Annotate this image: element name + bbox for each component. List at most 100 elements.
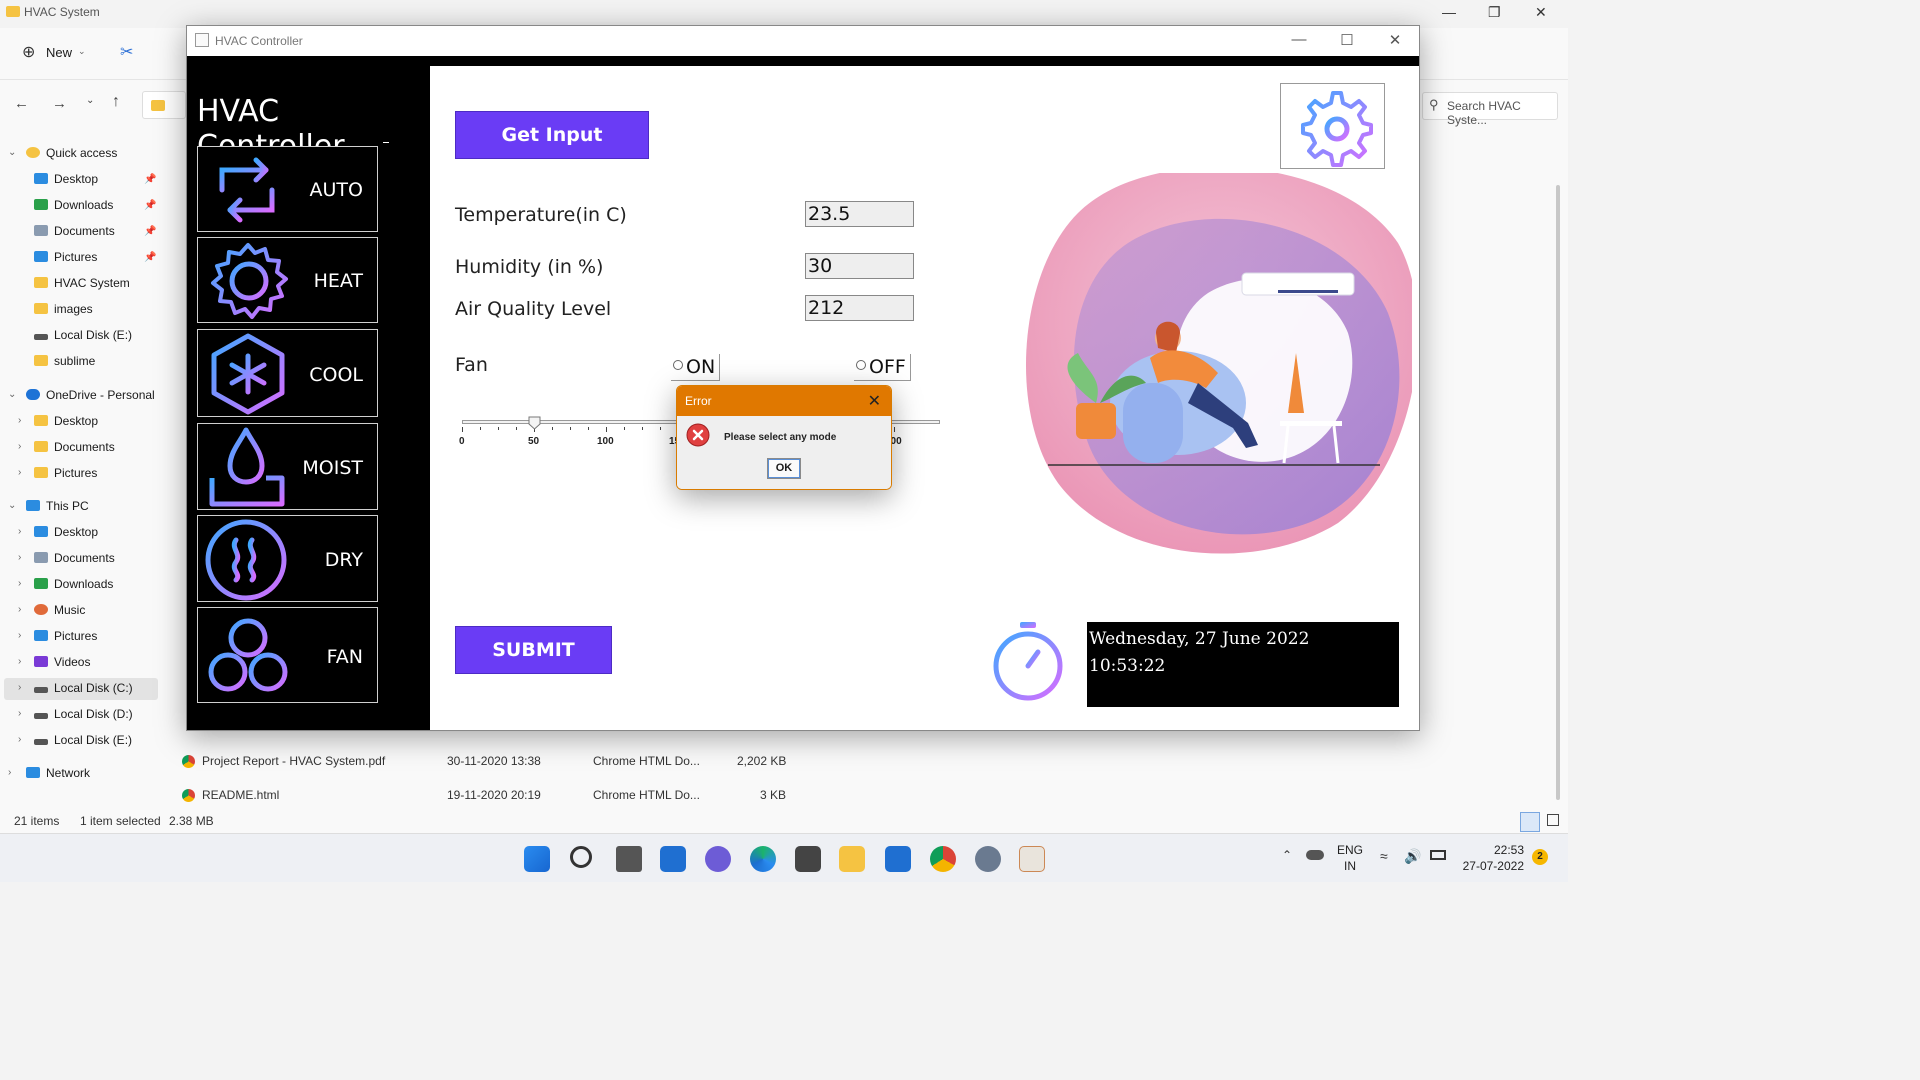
close-icon[interactable]: ✕ xyxy=(1380,31,1410,49)
mode-heat-button[interactable]: HEAT xyxy=(197,237,378,323)
sidebar-item-desktop[interactable]: Desktop xyxy=(34,168,98,190)
search-icon[interactable] xyxy=(570,846,592,868)
sidebar-item-local-disk-d[interactable]: Local Disk (D:) xyxy=(34,703,133,725)
temperature-field[interactable]: 23.5 xyxy=(805,201,914,227)
chevron-down-icon[interactable]: ⌄ xyxy=(8,500,16,511)
sidebar-item-quick-access[interactable]: Quick access xyxy=(26,142,117,164)
sidebar-item-local-disk-e[interactable]: Local Disk (E:) xyxy=(34,324,132,346)
chevron-right-icon[interactable]: › xyxy=(18,441,21,452)
humidity-field[interactable]: 30 xyxy=(805,253,914,279)
maximize-icon[interactable]: ☐ xyxy=(1332,31,1362,49)
language-indicator[interactable]: ENG IN xyxy=(1337,842,1363,874)
sidebar-item-onedrive-desktop[interactable]: Desktop xyxy=(34,410,98,432)
chevron-right-icon[interactable]: › xyxy=(18,578,21,589)
search-input[interactable]: ⚲ Search HVAC Syste... xyxy=(1422,92,1558,127)
get-input-button[interactable]: Get Input xyxy=(455,111,649,159)
submit-button[interactable]: SUBMIT xyxy=(455,626,612,674)
forward-icon[interactable]: → xyxy=(52,95,67,112)
cut-icon[interactable]: ✂ xyxy=(120,42,133,62)
sidebar-item-images[interactable]: images xyxy=(34,298,93,320)
close-icon[interactable]: ✕ xyxy=(1535,4,1547,21)
chevron-right-icon[interactable]: › xyxy=(18,630,21,641)
volume-icon[interactable]: 🔊 xyxy=(1404,848,1421,865)
start-icon[interactable] xyxy=(524,846,550,872)
sidebar-item-local-disk-c[interactable]: Local Disk (C:) xyxy=(34,677,133,699)
chevron-right-icon[interactable]: › xyxy=(8,767,11,778)
edge-icon[interactable] xyxy=(750,846,776,872)
clock[interactable]: 22:53 27-07-2022 xyxy=(1463,842,1524,874)
chevron-right-icon[interactable]: › xyxy=(18,656,21,667)
mail-icon[interactable] xyxy=(885,846,911,872)
chevron-right-icon[interactable]: › xyxy=(18,467,21,478)
mode-cool-button[interactable]: COOL xyxy=(197,329,378,417)
settings-icon[interactable] xyxy=(975,846,1001,872)
sidebar-item-music[interactable]: Music xyxy=(34,599,85,621)
sidebar-item-documents[interactable]: Documents xyxy=(34,220,115,242)
sidebar-item-downloads[interactable]: Downloads xyxy=(34,194,113,216)
pin-icon[interactable]: 📌 xyxy=(144,174,156,185)
sidebar-item-pc-documents[interactable]: Documents xyxy=(34,547,115,569)
up-icon[interactable]: ↑ xyxy=(112,93,120,111)
ok-button[interactable]: OK xyxy=(767,458,801,479)
file-explorer-icon[interactable] xyxy=(839,846,865,872)
address-bar[interactable] xyxy=(142,91,186,119)
sidebar-item-pictures[interactable]: Pictures xyxy=(34,246,97,268)
sidebar-item-local-disk-e2[interactable]: Local Disk (E:) xyxy=(34,729,132,751)
mode-moist-button[interactable]: MOIST xyxy=(197,423,378,510)
sidebar-item-hvac-system[interactable]: HVAC System xyxy=(34,272,130,294)
pin-icon[interactable]: 📌 xyxy=(144,226,156,237)
tiles-view-icon[interactable] xyxy=(1547,814,1559,826)
sidebar-item-videos[interactable]: Videos xyxy=(34,651,90,673)
sidebar-item-onedrive-documents[interactable]: Documents xyxy=(34,436,115,458)
sidebar-item-network[interactable]: Network xyxy=(26,762,90,784)
chevron-right-icon[interactable]: › xyxy=(18,552,21,563)
onedrive-icon[interactable] xyxy=(1306,850,1324,860)
chat-icon[interactable] xyxy=(705,846,731,872)
sidebar-item-sublime[interactable]: sublime xyxy=(34,350,95,372)
details-view-icon[interactable] xyxy=(1520,812,1540,832)
chevron-right-icon[interactable]: › xyxy=(18,604,21,615)
sidebar-item-onedrive[interactable]: OneDrive - Personal xyxy=(26,384,155,406)
sidebar-item-this-pc[interactable]: This PC xyxy=(26,495,89,517)
mode-auto-button[interactable]: AUTO xyxy=(197,146,378,232)
chevron-right-icon[interactable]: › xyxy=(18,708,21,719)
chevron-down-icon[interactable]: ⌄ xyxy=(8,389,16,400)
settings-button[interactable] xyxy=(1280,83,1385,169)
chrome-icon[interactable] xyxy=(930,846,956,872)
battery-icon[interactable] xyxy=(1430,850,1446,860)
wifi-icon[interactable]: ≈ xyxy=(1380,848,1388,864)
pin-icon[interactable]: 📌 xyxy=(144,200,156,211)
chevron-down-icon[interactable]: ⌄ xyxy=(8,147,16,158)
mode-dry-button[interactable]: DRY xyxy=(197,515,378,602)
notification-badge[interactable]: 2 xyxy=(1532,849,1548,865)
sidebar-item-pc-downloads[interactable]: Downloads xyxy=(34,573,113,595)
restore-icon[interactable]: ❐ xyxy=(1488,4,1501,21)
chevron-right-icon[interactable]: › xyxy=(18,415,21,426)
sidebar-item-pc-desktop[interactable]: Desktop xyxy=(34,521,98,543)
mode-fan-button[interactable]: FAN xyxy=(197,607,378,703)
minimize-icon[interactable]: — xyxy=(1284,31,1314,48)
scrollbar[interactable] xyxy=(1556,185,1560,800)
chevron-right-icon[interactable]: › xyxy=(18,682,21,693)
slider-thumb[interactable] xyxy=(528,416,541,430)
task-view-icon[interactable] xyxy=(616,846,642,872)
store-icon[interactable] xyxy=(795,846,821,872)
fan-off-radio[interactable]: OFF xyxy=(854,354,911,381)
new-button[interactable]: New xyxy=(46,45,72,60)
file-row[interactable]: README.html 19-11-2020 20:19 Chrome HTML… xyxy=(178,783,878,807)
recent-icon[interactable]: ⌄ xyxy=(86,95,94,106)
sidebar-item-pc-pictures[interactable]: Pictures xyxy=(34,625,97,647)
chevron-up-icon[interactable]: ⌃ xyxy=(1282,848,1292,862)
file-row[interactable]: Project Report - HVAC System.pdf 30-11-2… xyxy=(178,749,878,773)
air-quality-field[interactable]: 212 xyxy=(805,295,914,321)
minimize-icon[interactable]: — xyxy=(1442,4,1456,20)
java-icon[interactable] xyxy=(1019,846,1045,872)
back-icon[interactable]: ← xyxy=(14,95,29,112)
chevron-down-icon[interactable]: ⌄ xyxy=(78,46,86,57)
sidebar-item-onedrive-pictures[interactable]: Pictures xyxy=(34,462,97,484)
fan-on-radio[interactable]: ON xyxy=(671,354,721,381)
chevron-right-icon[interactable]: › xyxy=(18,734,21,745)
pin-icon[interactable]: 📌 xyxy=(144,252,156,263)
chevron-right-icon[interactable]: › xyxy=(18,526,21,537)
widgets-icon[interactable] xyxy=(660,846,686,872)
